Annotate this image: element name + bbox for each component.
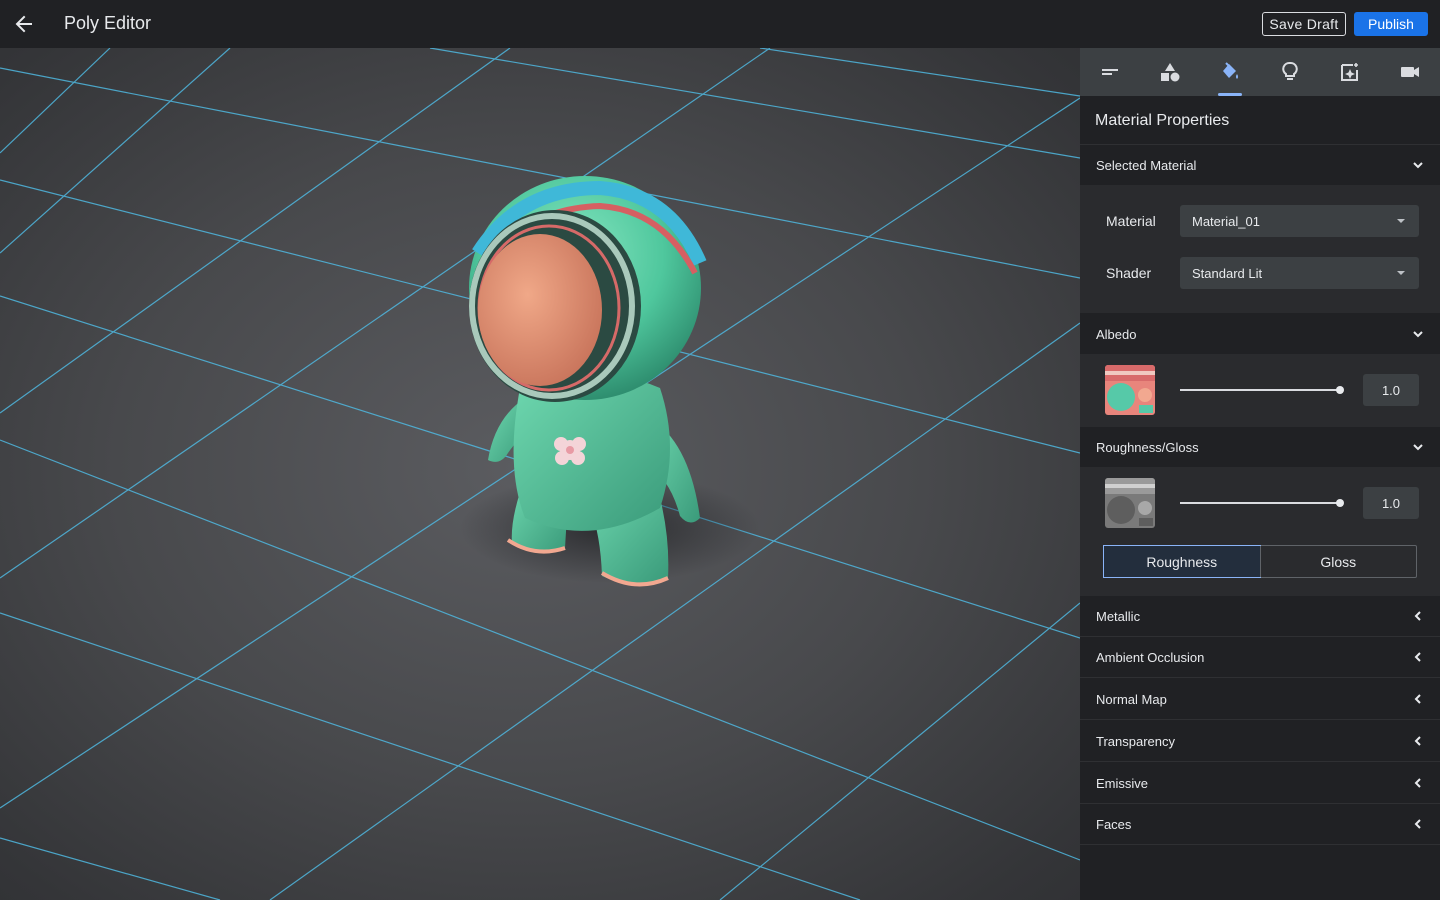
selected-material-body: Material Material_01 Shader Standard Lit <box>1080 185 1440 313</box>
material-select-value: Material_01 <box>1192 213 1260 229</box>
chevron-down-icon <box>1413 444 1423 451</box>
chevron-left-icon <box>1414 611 1421 621</box>
section-label: Roughness/Gloss <box>1096 439 1199 455</box>
section-albedo[interactable]: Albedo <box>1080 314 1440 354</box>
texture-map-image <box>1105 365 1155 415</box>
camera-icon <box>1401 67 1419 77</box>
section-label: Ambient Occlusion <box>1096 649 1205 665</box>
chevron-down-icon <box>1413 162 1423 169</box>
roughness-slider[interactable] <box>1180 497 1344 509</box>
albedo-slider[interactable] <box>1180 384 1344 396</box>
properties-panel: Material Properties Selected Material Ma… <box>1080 48 1440 900</box>
material-select[interactable]: Material_01 <box>1180 205 1419 237</box>
paint-bucket-icon <box>1223 62 1238 79</box>
tab-environment[interactable] <box>1320 48 1380 96</box>
divider <box>1080 719 1440 720</box>
character-model <box>460 176 760 587</box>
chevron-left-icon <box>1414 694 1421 704</box>
tab-material[interactable] <box>1200 48 1260 96</box>
slider-track <box>1180 502 1340 504</box>
3d-viewport[interactable] <box>0 48 1080 900</box>
tab-lighting[interactable] <box>1260 48 1320 96</box>
back-button[interactable] <box>10 10 38 38</box>
roughness-toggle-button[interactable]: Roughness <box>1103 545 1261 578</box>
section-label: Selected Material <box>1096 157 1197 173</box>
save-draft-button[interactable]: Save Draft <box>1262 12 1346 36</box>
shapes-icon <box>1161 63 1180 82</box>
shader-label: Shader <box>1106 265 1152 281</box>
shader-select-value: Standard Lit <box>1192 265 1263 281</box>
divider <box>1080 844 1440 845</box>
divider <box>1080 761 1440 762</box>
section-label: Albedo <box>1096 326 1137 342</box>
tab-camera[interactable] <box>1380 48 1440 96</box>
tab-shapes[interactable] <box>1140 48 1200 96</box>
section-normal-map[interactable]: Normal Map <box>1080 679 1440 719</box>
section-label: Transparency <box>1096 733 1175 749</box>
tab-outline[interactable] <box>1080 48 1140 96</box>
section-label: Normal Map <box>1096 691 1167 707</box>
section-roughness-gloss[interactable]: Roughness/Gloss <box>1080 427 1440 467</box>
section-label: Metallic <box>1096 608 1141 624</box>
material-label: Material <box>1106 213 1156 229</box>
roughness-value-field[interactable]: 1.0 <box>1363 487 1419 519</box>
texture-map-image <box>1105 478 1155 528</box>
chevron-left-icon <box>1414 819 1421 829</box>
slider-handle[interactable] <box>1336 386 1344 394</box>
albedo-value-field[interactable]: 1.0 <box>1363 374 1419 406</box>
roughness-texture-thumbnail[interactable] <box>1105 478 1155 528</box>
shader-select[interactable]: Standard Lit <box>1180 257 1419 289</box>
panel-title: Material Properties <box>1095 112 1230 129</box>
publish-button[interactable]: Publish <box>1354 12 1428 36</box>
section-ambient-occlusion[interactable]: Ambient Occlusion <box>1080 637 1440 677</box>
roughness-gloss-toggle: Roughness Gloss <box>1103 545 1417 578</box>
app-title: Poly Editor <box>64 13 152 33</box>
albedo-texture-thumbnail[interactable] <box>1105 365 1155 415</box>
image-sparkle-icon <box>1341 63 1358 81</box>
divider <box>1080 677 1440 678</box>
section-emissive[interactable]: Emissive <box>1080 763 1440 803</box>
viewport-scene <box>0 48 1080 900</box>
section-metallic[interactable]: Metallic <box>1080 596 1440 636</box>
arrow-back-icon <box>15 15 32 33</box>
chevron-left-icon <box>1414 736 1421 746</box>
section-label: Faces <box>1096 816 1132 832</box>
slider-track <box>1180 389 1340 391</box>
chevron-left-icon <box>1414 778 1421 788</box>
tool-tab-bar <box>1080 48 1440 96</box>
section-selected-material[interactable]: Selected Material <box>1080 145 1440 185</box>
roughness-body: 1.0 Roughness Gloss <box>1080 467 1440 596</box>
caret-down-icon <box>1397 271 1405 275</box>
outline-icon <box>1102 69 1118 75</box>
active-tab-indicator <box>1218 93 1242 96</box>
gloss-toggle-button[interactable]: Gloss <box>1259 546 1417 577</box>
section-transparency[interactable]: Transparency <box>1080 721 1440 761</box>
chevron-down-icon <box>1413 331 1423 338</box>
top-bar: Poly Editor Save Draft Publish <box>0 0 1440 48</box>
lightbulb-icon <box>1282 61 1298 80</box>
section-label: Emissive <box>1096 775 1149 791</box>
section-faces[interactable]: Faces <box>1080 804 1440 844</box>
slider-handle[interactable] <box>1336 499 1344 507</box>
albedo-body: 1.0 <box>1080 354 1440 427</box>
caret-down-icon <box>1397 219 1405 223</box>
chevron-left-icon <box>1414 652 1421 662</box>
